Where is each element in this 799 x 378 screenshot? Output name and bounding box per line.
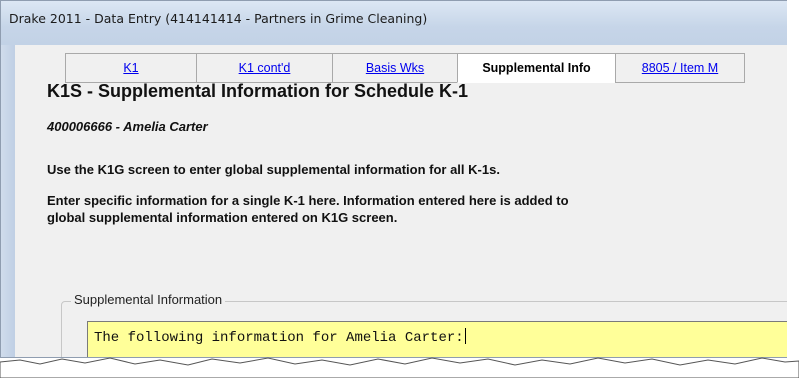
data-entry-window: Drake 2011 - Data Entry (414141414 - Par… [0,0,787,358]
instruction-specific-line-2: global supplemental information entered … [47,210,398,225]
page-title: K1S - Supplemental Information for Sched… [47,81,469,101]
tab-k1-contd[interactable]: K1 cont'd [196,53,332,83]
instruction-global: Use the K1G screen to enter global suppl… [47,162,500,177]
text-caret [464,328,466,344]
window-title: Drake 2011 - Data Entry (414141414 - Par… [9,11,428,26]
tab-supplemental-info[interactable]: Supplemental Info [457,53,615,83]
supplemental-info-text: The following information for Amelia Car… [94,330,464,346]
tab-8805-item-m[interactable]: 8805 / Item M [615,53,745,83]
tab-basis-wks[interactable]: Basis Wks [332,53,457,83]
tab-k1[interactable]: K1 [65,53,196,83]
instruction-specific-line-1: Enter specific information for a single … [47,193,569,208]
supplemental-info-legend: Supplemental Information [71,292,226,307]
window-frame-left [1,45,15,357]
tab-strip: K1 K1 cont'd Basis Wks Supplemental Info… [65,53,745,83]
title-bar[interactable]: Drake 2011 - Data Entry (414141414 - Par… [1,1,787,45]
torn-edge [0,357,799,378]
recipient-label: 400006666 - Amelia Carter [47,119,208,134]
